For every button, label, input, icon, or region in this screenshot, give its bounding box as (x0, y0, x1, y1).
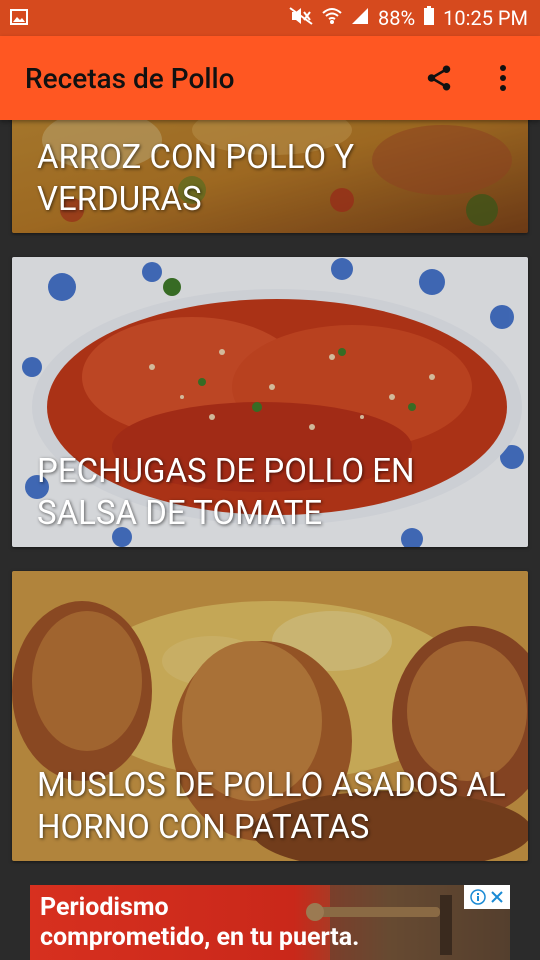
ad-text: Periodismo comprometido, en tu puerta. (40, 893, 359, 953)
recipe-list[interactable]: ARROZ CON POLLO Y VERDURAS PECHUGAS DE P… (0, 120, 540, 872)
overflow-menu-button[interactable] (488, 63, 518, 93)
battery-percent: 88% (378, 6, 416, 30)
more-vert-icon (500, 65, 506, 91)
ad-info-icon[interactable] (470, 889, 486, 905)
wifi-icon (322, 6, 342, 31)
ad-line-1: Periodismo (40, 893, 169, 922)
signal-icon (350, 6, 370, 31)
recipe-card-muslos[interactable]: MUSLOS DE POLLO ASADOS AL HORNO CON PATA… (12, 571, 528, 861)
status-bar: 88% 10:25 PM (0, 0, 540, 36)
app-title: Recetas de Pollo (25, 61, 235, 95)
app-bar: Recetas de Pollo (0, 36, 540, 120)
battery-icon (423, 5, 435, 31)
ad-banner[interactable]: Periodismo comprometido, en tu puerta. (30, 885, 510, 960)
recipe-title: ARROZ CON POLLO Y VERDURAS (37, 138, 355, 219)
clock: 10:25 PM (443, 6, 528, 30)
ad-area: Periodismo comprometido, en tu puerta. (0, 872, 540, 960)
ad-line-2: comprometido, en tu puerta. (40, 923, 360, 952)
recipe-card-arroz[interactable]: ARROZ CON POLLO Y VERDURAS (12, 120, 528, 233)
ad-choices-badge[interactable] (464, 885, 510, 909)
share-icon (427, 65, 451, 91)
gallery-notification-icon (10, 6, 28, 30)
recipe-title: MUSLOS DE POLLO ASADOS AL HORNO CON PATA… (37, 766, 506, 847)
ad-close-icon[interactable] (490, 890, 504, 904)
recipe-title: PECHUGAS DE POLLO EN SALSA DE TOMATE (37, 452, 415, 533)
share-button[interactable] (424, 63, 454, 93)
recipe-card-pechugas[interactable]: PECHUGAS DE POLLO EN SALSA DE TOMATE (12, 257, 528, 547)
mute-icon (288, 6, 314, 31)
